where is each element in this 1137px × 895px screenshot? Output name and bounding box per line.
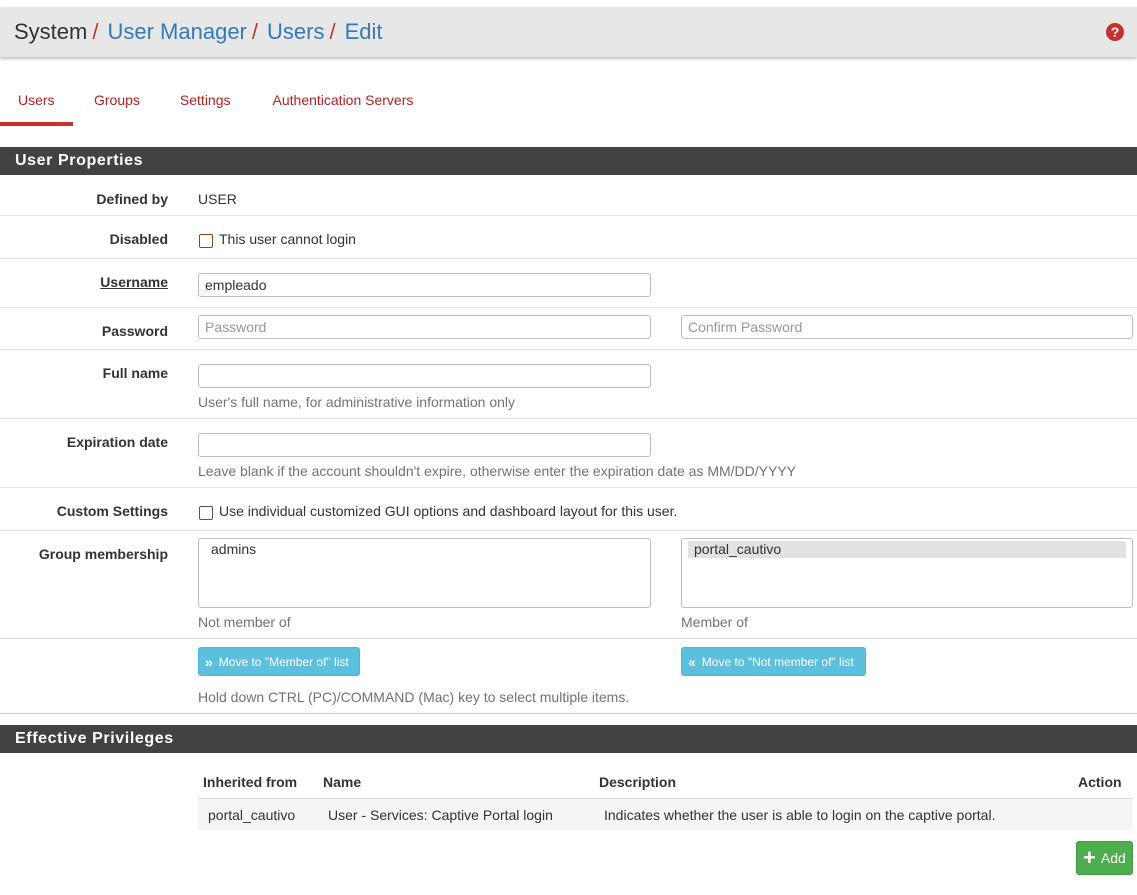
row-defined-by: Defined by USER: [0, 175, 1137, 216]
breadcrumb: System / User Manager / Users / Edit: [14, 19, 383, 45]
custom-settings-checkbox[interactable]: [199, 506, 213, 520]
row-move-buttons: » Move to "Member of" list « Move to "No…: [0, 639, 1137, 714]
double-chevron-right-icon: »: [205, 653, 213, 670]
cell-inherited-from: portal_cautivo: [208, 807, 296, 823]
disabled-label: Disabled: [109, 231, 168, 247]
add-privilege-button[interactable]: + Add: [1076, 841, 1133, 875]
list-item[interactable]: admins: [205, 541, 644, 558]
breadcrumb-users[interactable]: Users: [267, 19, 324, 45]
column-header-action: Action: [1078, 774, 1122, 790]
list-item[interactable]: portal_cautivo: [688, 541, 1126, 558]
expiration-date-help: Leave blank if the account shouldn't exp…: [198, 463, 797, 479]
password-label: Password: [101, 323, 168, 339]
row-username: Username: [0, 259, 1137, 308]
row-disabled: Disabled This user cannot login: [0, 216, 1137, 259]
double-chevron-left-icon: «: [688, 653, 696, 670]
not-member-of-caption: Not member of: [198, 614, 291, 630]
expiration-date-label: Expiration date: [66, 434, 168, 450]
custom-settings-label: Custom Settings: [56, 503, 168, 519]
member-of-listbox[interactable]: portal_cautivo: [681, 538, 1133, 608]
disabled-checkbox-label[interactable]: This user cannot login: [219, 231, 356, 247]
full-name-label: Full name: [102, 365, 168, 381]
full-name-input[interactable]: [198, 364, 651, 388]
table-row: portal_cautivo User - Services: Captive …: [198, 798, 1133, 830]
defined-by-label: Defined by: [96, 191, 168, 207]
move-to-member-label: Move to "Member of" list: [218, 654, 349, 669]
column-header-description: Description: [599, 774, 677, 790]
breadcrumb-user-manager[interactable]: User Manager: [107, 19, 246, 45]
multi-select-help: Hold down CTRL (PC)/COMMAND (Mac) key to…: [198, 689, 630, 705]
username-label: Username: [100, 274, 168, 290]
row-custom-settings: Custom Settings Use individual customize…: [0, 488, 1137, 531]
tab-bar: Users Groups Settings Authentication Ser…: [0, 76, 1137, 126]
confirm-password-input[interactable]: [681, 315, 1133, 339]
custom-settings-checkbox-label[interactable]: Use individual customized GUI options an…: [219, 503, 677, 519]
tab-settings[interactable]: Settings: [159, 76, 252, 126]
move-to-member-button[interactable]: » Move to "Member of" list: [198, 647, 360, 676]
password-input[interactable]: [198, 315, 651, 339]
breadcrumb-edit[interactable]: Edit: [345, 19, 383, 45]
cell-description: Indicates whether the user is able to lo…: [604, 807, 996, 823]
username-input[interactable]: [198, 273, 651, 297]
question-circle-icon[interactable]: ?: [1106, 23, 1124, 41]
row-group-membership: Group membership admins portal_cautivo N…: [0, 531, 1137, 639]
full-name-help: User's full name, for administrative inf…: [198, 394, 516, 410]
group-membership-label: Group membership: [38, 546, 168, 562]
cell-name: User - Services: Captive Portal login: [328, 807, 553, 823]
breadcrumb-system: System: [14, 19, 88, 44]
move-to-not-member-button[interactable]: « Move to "Not member of" list: [681, 647, 866, 676]
tab-authentication-servers[interactable]: Authentication Servers: [252, 76, 432, 126]
disabled-checkbox[interactable]: [199, 234, 213, 248]
tab-users[interactable]: Users: [0, 76, 73, 126]
effective-privileges-heading: Effective Privileges: [0, 725, 1137, 753]
add-label: Add: [1100, 850, 1126, 866]
move-to-not-member-label: Move to "Not member of" list: [701, 654, 854, 669]
breadcrumb-separator: /: [251, 19, 258, 44]
row-expiration-date: Expiration date Leave blank if the accou…: [0, 419, 1137, 488]
column-header-inherited-from: Inherited from: [203, 774, 298, 790]
defined-by-value: USER: [198, 191, 237, 207]
expiration-date-input[interactable]: [198, 433, 651, 457]
row-full-name: Full name User's full name, for administ…: [0, 350, 1137, 419]
not-member-of-listbox[interactable]: admins: [198, 538, 651, 608]
member-of-caption: Member of: [681, 614, 748, 630]
breadcrumb-separator: /: [329, 19, 336, 44]
breadcrumb-bar: System / User Manager / Users / Edit ?: [0, 7, 1137, 57]
plus-icon: +: [1083, 845, 1096, 870]
user-properties-heading: User Properties: [0, 147, 1137, 175]
breadcrumb-separator: /: [92, 19, 99, 44]
tab-groups[interactable]: Groups: [73, 76, 159, 126]
column-header-name: Name: [323, 774, 362, 790]
row-password: Password: [0, 308, 1137, 350]
